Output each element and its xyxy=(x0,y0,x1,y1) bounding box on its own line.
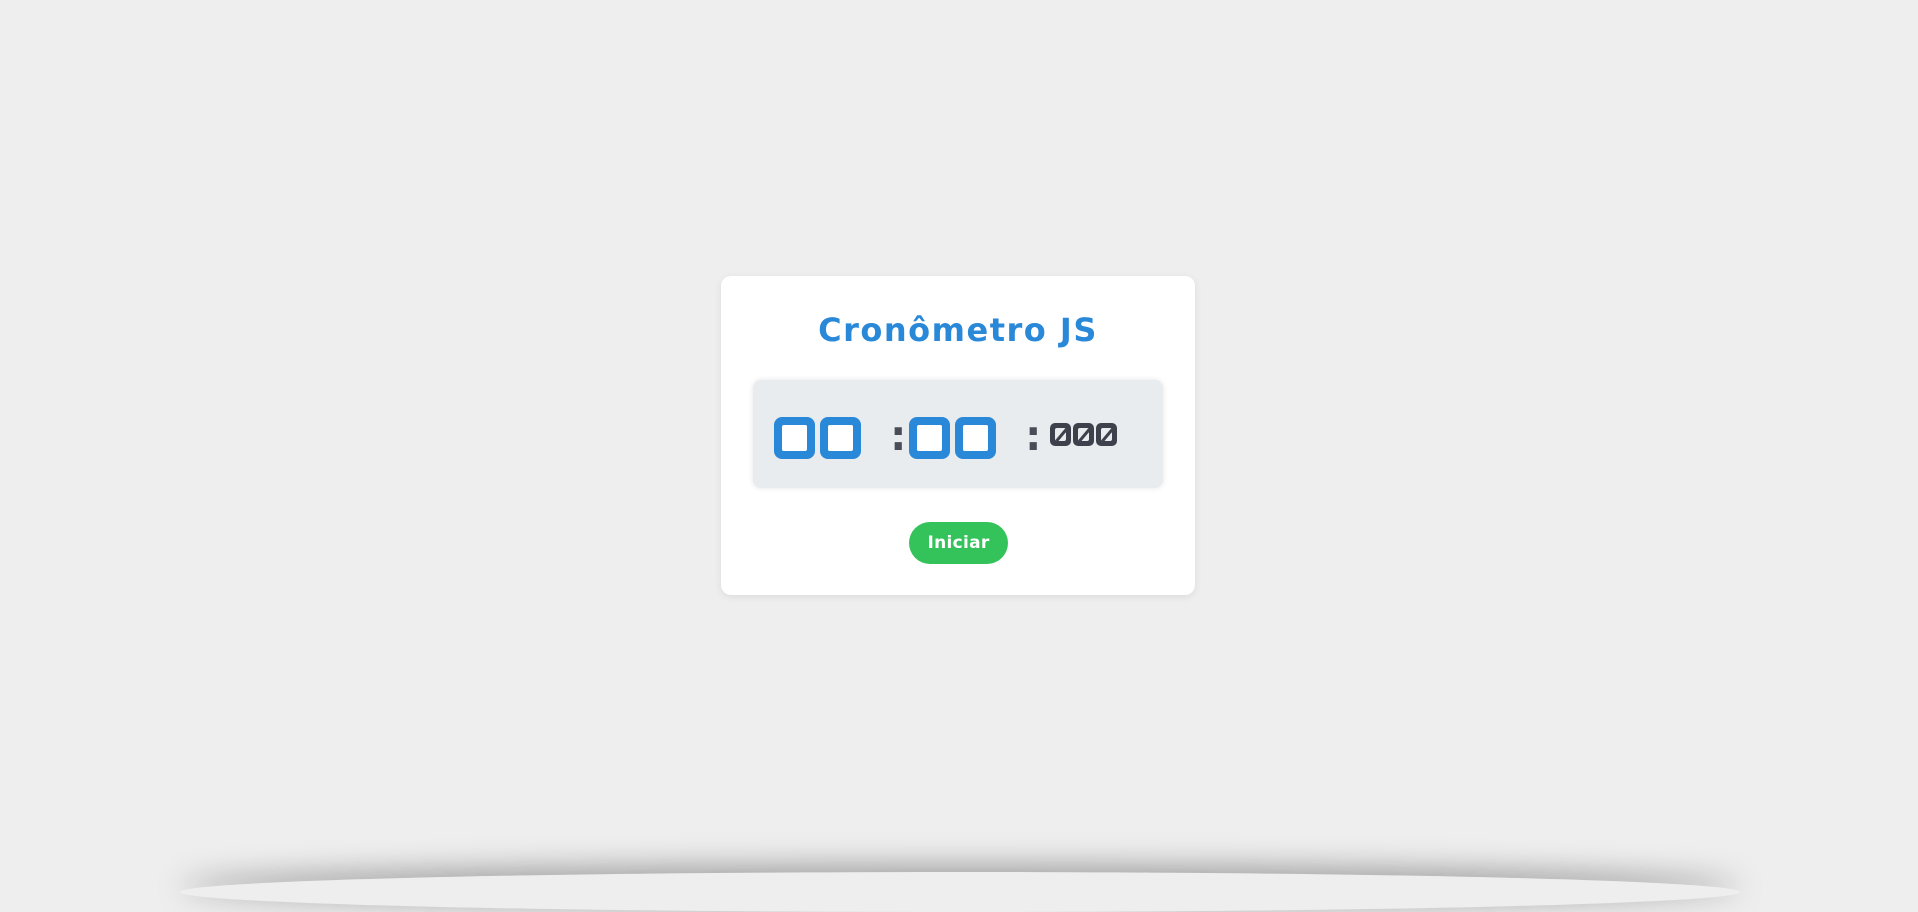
timer-display: 00 : 00 : 000 xyxy=(753,380,1163,488)
minutes-value: 00 xyxy=(774,417,775,418)
separator-2: : xyxy=(1020,410,1047,461)
milliseconds-display: 000 xyxy=(1050,423,1117,446)
ms-digit-tens xyxy=(1073,423,1094,446)
minutes-digit-tens xyxy=(774,417,815,459)
start-button[interactable]: Iniciar xyxy=(909,522,1008,564)
app-title: Cronômetro JS xyxy=(818,311,1098,349)
stopwatch-card: Cronômetro JS 00 : 00 : 000 Iniciar xyxy=(721,276,1195,595)
seconds-value: 00 xyxy=(909,417,910,418)
seconds-digit-tens xyxy=(909,417,950,459)
seconds-display: 00 xyxy=(909,417,996,459)
separator-1: : xyxy=(885,410,912,461)
ms-digit-ones xyxy=(1096,423,1117,446)
bottom-shadow xyxy=(180,872,1740,912)
seconds-digit-ones xyxy=(955,417,996,459)
ms-digit-hundreds xyxy=(1050,423,1071,446)
minutes-display: 00 xyxy=(774,417,861,459)
minutes-digit-ones xyxy=(820,417,861,459)
